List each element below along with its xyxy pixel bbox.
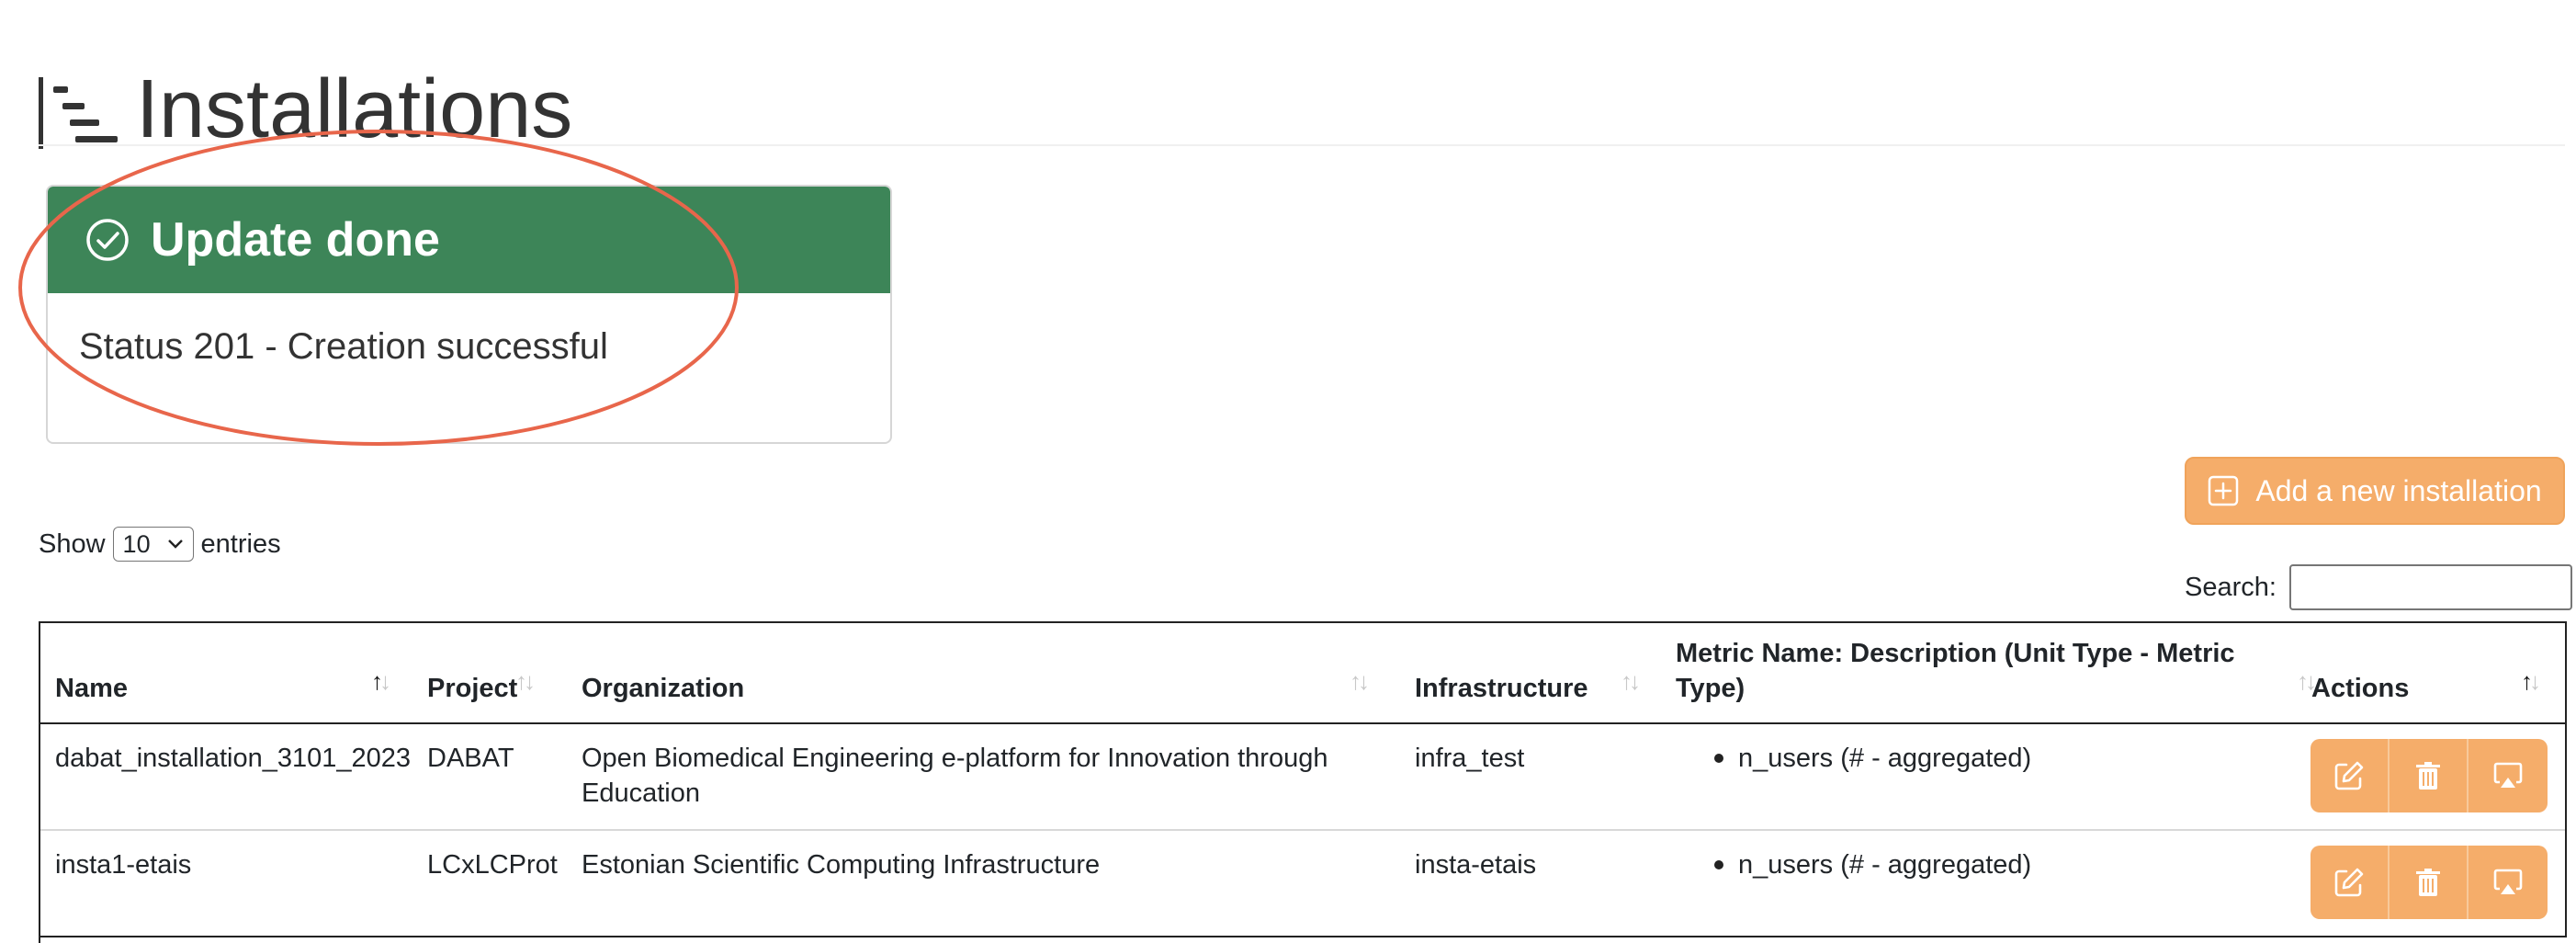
page-header: Installations xyxy=(39,13,572,207)
chevron-down-icon xyxy=(167,540,183,549)
header-divider xyxy=(39,144,2565,146)
length-prefix: Show xyxy=(39,528,106,559)
cell-infrastructure: insta-etais xyxy=(1415,850,1537,880)
cell-name: insta1-etais xyxy=(55,850,192,880)
page-title: Installations xyxy=(136,63,573,156)
entries-per-page-select[interactable]: 10 xyxy=(112,527,194,562)
delete-button[interactable] xyxy=(2390,739,2469,812)
sort-icon: ↑↓ xyxy=(1350,667,1370,695)
check-circle-icon xyxy=(86,219,129,261)
length-selected-value: 10 xyxy=(122,529,151,558)
row-actions xyxy=(2310,846,2548,919)
cell-infrastructure: infra_test xyxy=(1415,744,1525,773)
metric-item: n_users (# - aggregated) xyxy=(1738,744,2032,773)
column-header-actions[interactable]: Actions ↑↓ xyxy=(2297,623,2565,722)
metric-item: n_users (# - aggregated) xyxy=(1738,850,2032,880)
table-row: dabat_installation_3101_2023 DABAT Open … xyxy=(40,724,2565,831)
sort-icon: ↑↓ xyxy=(515,667,536,695)
column-header-metric[interactable]: Metric Name: Description (Unit Type - Me… xyxy=(1661,623,2317,722)
airplay-icon xyxy=(2493,762,2523,788)
delete-button[interactable] xyxy=(2390,846,2469,919)
sort-asc-icon: ↑↓ xyxy=(2521,667,2541,695)
length-suffix: entries xyxy=(200,528,281,559)
table-header: Name ↑↓ Project ↑↓ Organization ↑↓ Infra… xyxy=(40,623,2565,724)
search-control: Search: xyxy=(2185,564,2572,610)
add-installation-button[interactable]: Add a new installation xyxy=(2185,457,2565,525)
add-installation-label: Add a new installation xyxy=(2255,473,2542,507)
search-label: Search: xyxy=(2185,572,2277,602)
view-button[interactable] xyxy=(2469,739,2548,812)
edit-button[interactable] xyxy=(2310,739,2390,812)
installations-table: Name ↑↓ Project ↑↓ Organization ↑↓ Infra… xyxy=(39,621,2567,937)
list-tree-icon xyxy=(39,77,118,150)
column-header-organization[interactable]: Organization ↑↓ xyxy=(567,623,1400,722)
table-row: insta1-etais LCxLCProt Estonian Scientif… xyxy=(40,831,2565,937)
cell-project: DABAT xyxy=(427,744,514,773)
row-actions xyxy=(2310,739,2548,812)
airplay-icon xyxy=(2493,869,2523,894)
view-button[interactable] xyxy=(2469,846,2548,919)
column-header-project[interactable]: Project ↑↓ xyxy=(412,623,567,722)
column-header-name[interactable]: Name ↑↓ xyxy=(40,623,412,722)
edit-button[interactable] xyxy=(2310,846,2390,919)
cell-metric: n_users (# - aggregated) xyxy=(1714,741,2031,776)
column-header-infrastructure[interactable]: Infrastructure ↑↓ xyxy=(1400,623,1661,722)
edit-icon xyxy=(2334,761,2364,790)
trash-icon xyxy=(2416,869,2440,896)
success-alert: Update done Status 201 - Creation succes… xyxy=(46,185,892,444)
entries-length-control: Show 10 entries xyxy=(39,527,281,562)
cell-organization: Estonian Scientific Computing Infrastruc… xyxy=(582,850,1101,880)
alert-message: Status 201 - Creation successful xyxy=(79,326,608,367)
cell-project: LCxLCProt xyxy=(427,850,558,880)
trash-icon xyxy=(2416,762,2440,790)
search-input[interactable] xyxy=(2288,564,2572,610)
cell-name: dabat_installation_3101_2023 xyxy=(55,744,412,773)
alert-title: Update done xyxy=(151,213,440,267)
edit-icon xyxy=(2334,868,2364,897)
sort-icon: ↑↓ xyxy=(1621,667,1641,695)
plus-square-icon xyxy=(2209,475,2239,506)
sort-asc-icon: ↑↓ xyxy=(371,667,391,695)
table-continuation xyxy=(39,937,2567,943)
alert-header: Update done xyxy=(48,187,890,293)
cell-metric: n_users (# - aggregated) xyxy=(1714,847,2031,882)
cell-organization: Open Biomedical Engineering e-platform f… xyxy=(582,744,1328,808)
